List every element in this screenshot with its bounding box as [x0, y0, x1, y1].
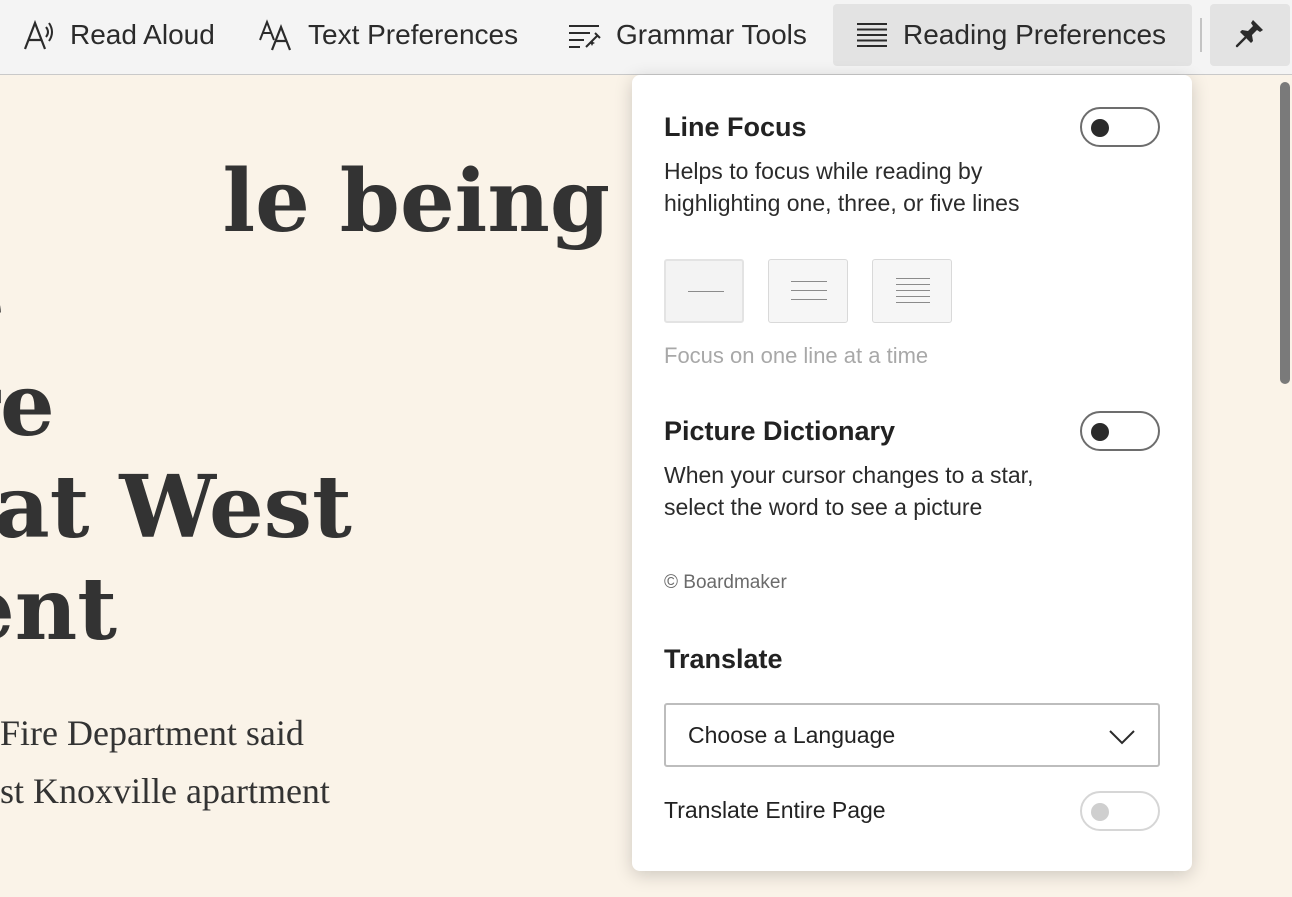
- scrollbar-thumb[interactable]: [1280, 82, 1290, 384]
- pin-button[interactable]: [1210, 4, 1290, 66]
- reading-lines-icon: [855, 21, 889, 49]
- line-focus-toggle[interactable]: [1080, 107, 1160, 147]
- reading-preferences-button[interactable]: Reading Preferences: [833, 4, 1192, 66]
- headline-line: ire: [0, 355, 55, 456]
- boardmaker-credit: © Boardmaker: [664, 572, 787, 593]
- line-icon: [688, 291, 724, 292]
- chevron-down-icon: [1108, 725, 1136, 752]
- toggle-knob: [1091, 119, 1109, 137]
- language-select-value: Choose a Language: [688, 721, 896, 748]
- headline-line: e: [0, 253, 5, 355]
- grammar-tools-label: Grammar Tools: [616, 19, 807, 50]
- article-paragraph-line: Fire Department said: [0, 713, 304, 753]
- read-aloud-button[interactable]: Read Aloud: [22, 4, 232, 66]
- line-icon: [791, 299, 827, 300]
- article-paragraph-line: st Knoxville apartment: [0, 771, 330, 811]
- headline-line: ent: [0, 559, 117, 660]
- line-focus-caption: Focus on one line at a time: [664, 343, 929, 368]
- line-icon: [791, 290, 827, 291]
- text-preferences-button[interactable]: Text Preferences: [258, 4, 548, 66]
- text-size-icon: [258, 18, 294, 52]
- picture-dictionary-toggle[interactable]: [1080, 411, 1160, 451]
- toggle-knob: [1091, 803, 1109, 821]
- line-icon: [896, 284, 930, 285]
- reading-preferences-label: Reading Preferences: [903, 19, 1167, 50]
- line-focus-three-lines-option[interactable]: [768, 259, 848, 323]
- line-icon: [896, 302, 930, 303]
- headline-line: at West: [0, 457, 352, 558]
- read-aloud-icon: [22, 19, 56, 51]
- text-preferences-label: Text Preferences: [308, 19, 519, 50]
- language-select[interactable]: Choose a Language: [664, 703, 1160, 767]
- translate-title: Translate: [664, 644, 783, 674]
- pin-icon: [1234, 17, 1266, 54]
- line-icon: [896, 296, 930, 297]
- headline-line: le being: [222, 151, 610, 252]
- line-focus-title: Line Focus: [664, 112, 807, 142]
- picture-dictionary-description: When your cursor changes to a star, sele…: [664, 462, 1034, 520]
- toolbar-divider: [1200, 18, 1202, 52]
- line-focus-five-lines-option[interactable]: [872, 259, 952, 323]
- read-aloud-label: Read Aloud: [70, 19, 215, 50]
- line-focus-description: Helps to focus while reading by highligh…: [664, 158, 1020, 216]
- translate-entire-page-toggle[interactable]: [1080, 791, 1160, 831]
- immersive-reader-toolbar: Read Aloud Text Preferences Grammar Tool…: [0, 0, 1292, 75]
- grammar-tools-icon: [566, 20, 602, 50]
- article-content: le being e ire at West ent Fire Departme…: [0, 76, 632, 897]
- line-focus-one-line-option[interactable]: [664, 259, 744, 323]
- translate-entire-page-label: Translate Entire Page: [664, 797, 886, 823]
- picture-dictionary-title: Picture Dictionary: [664, 416, 896, 446]
- grammar-tools-button[interactable]: Grammar Tools: [566, 4, 826, 66]
- toggle-knob: [1091, 423, 1109, 441]
- reading-preferences-panel: Line Focus Helps to focus while reading …: [632, 75, 1192, 871]
- line-icon: [896, 290, 930, 291]
- line-icon: [791, 281, 827, 282]
- line-icon: [896, 278, 930, 279]
